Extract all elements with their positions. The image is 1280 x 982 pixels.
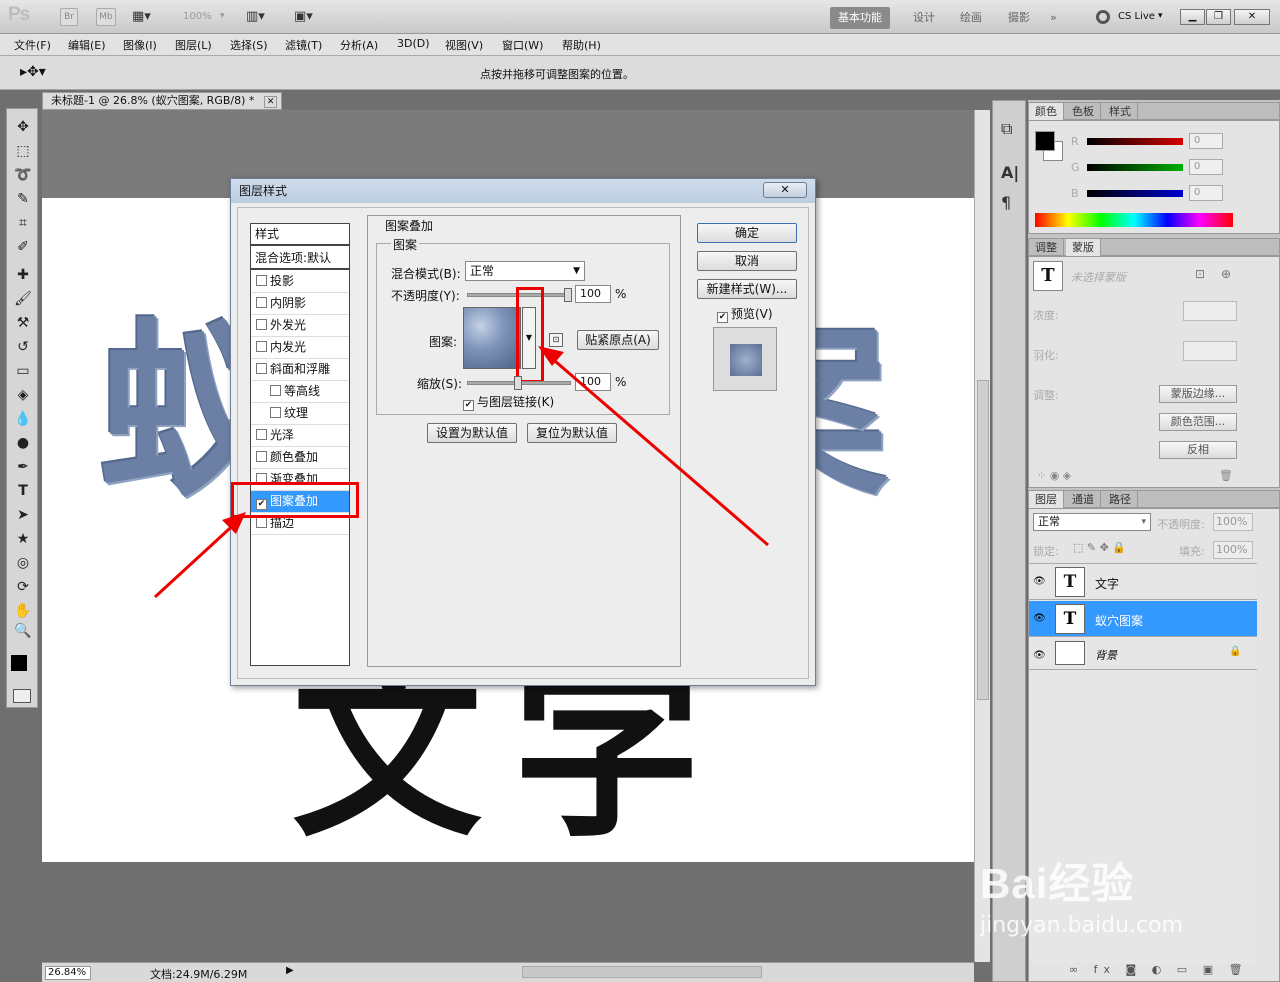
arrow-to-pattern-dropdown — [547, 353, 769, 547]
annotation-arrows — [153, 346, 769, 599]
arrow-head-pattern-dropdown — [538, 346, 564, 366]
color-foreground-swatch[interactable] — [1035, 131, 1055, 151]
arrow-to-style-item — [153, 517, 242, 599]
